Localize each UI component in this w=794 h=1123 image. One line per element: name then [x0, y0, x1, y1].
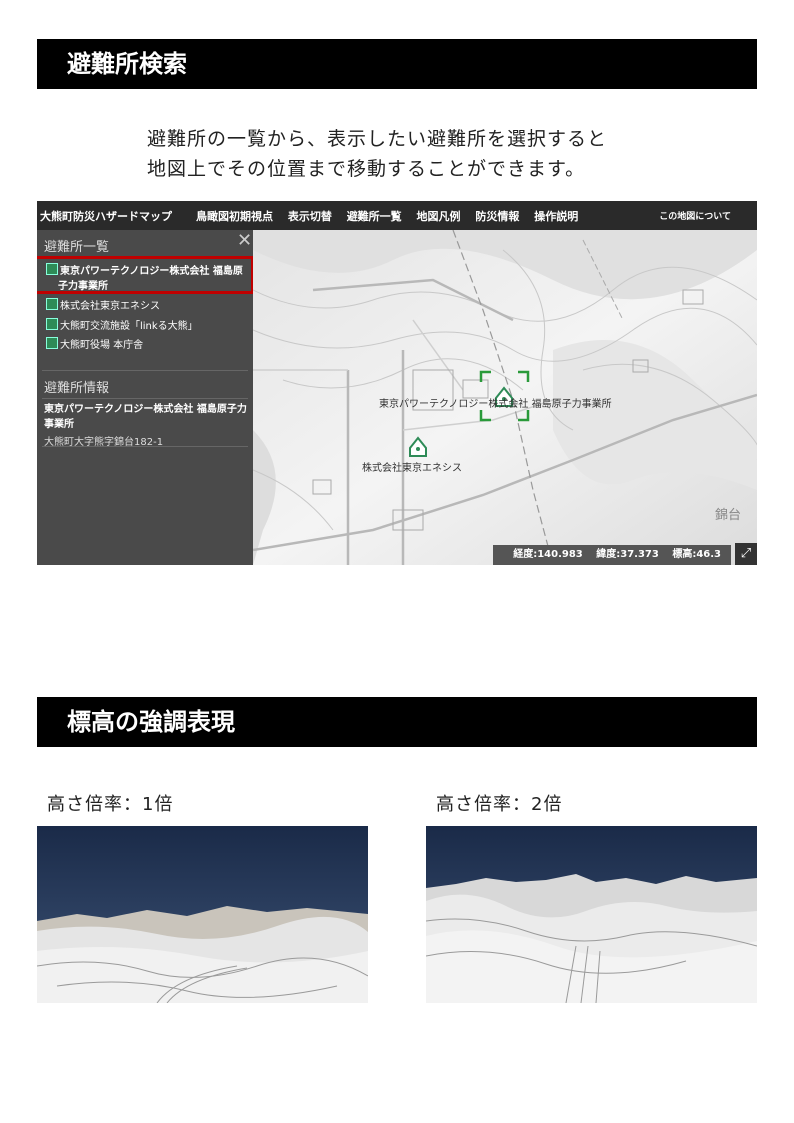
nav-shelter-list[interactable]: 避難所一覧: [347, 210, 402, 223]
shelter-info-name: 東京パワーテクノロジー株式会社 福島原子力事業所: [44, 404, 247, 430]
map-label-main-shelter: 東京パワーテクノロジー株式会社 福島原子力事業所: [379, 399, 612, 410]
about-map-link[interactable]: この地図について: [659, 209, 731, 222]
close-icon[interactable]: ✕: [237, 230, 252, 251]
elevation-readout: 標高:46.3: [672, 549, 721, 560]
nav-legend[interactable]: 地図凡例: [417, 210, 461, 223]
terrain-view-2x: [426, 826, 757, 1003]
selection-highlight: [37, 256, 254, 294]
divider: [42, 370, 248, 371]
map-view[interactable]: 東京パワーテクノロジー株式会社 福島原子力事業所 株式会社東京エネシス 錦台 経…: [253, 230, 757, 565]
app-nav: 鳥瞰図初期視点 表示切替 避難所一覧 地図凡例 防災情報 操作説明: [196, 208, 589, 224]
intro-line-2: 地図上でその位置まで移動することができます。: [147, 158, 586, 180]
shelter-panel: 避難所一覧 ✕ 東京パワーテクノロジー株式会社 福島原 子力事業所 株式会社東京…: [37, 230, 254, 565]
intro-line-1: 避難所の一覧から、表示したい避難所を選択すると: [147, 128, 608, 150]
nav-disaster-info[interactable]: 防災情報: [475, 210, 519, 223]
expand-icon[interactable]: ⤢: [735, 543, 757, 565]
nav-help[interactable]: 操作説明: [534, 210, 578, 223]
divider: [42, 446, 248, 447]
shelter-item-townhall[interactable]: 大熊町役場 本庁舎: [46, 336, 143, 351]
app-header: 大熊町防災ハザードマップ 鳥瞰図初期視点 表示切替 避難所一覧 地図凡例 防災情…: [37, 201, 757, 230]
nav-display-toggle[interactable]: 表示切替: [288, 210, 332, 223]
coordinate-readout: 経度:140.983 緯度:37.373 標高:46.3: [493, 545, 731, 565]
longitude-readout: 経度:140.983: [513, 549, 583, 560]
map-app-screenshot: 大熊町防災ハザードマップ 鳥瞰図初期視点 表示切替 避難所一覧 地図凡例 防災情…: [37, 201, 757, 565]
shelter-item-label: 株式会社東京エネシス: [60, 301, 160, 312]
section-heading-shelter-search: 避難所検索: [37, 39, 757, 89]
section-heading-elevation-emphasis: 標高の強調表現: [37, 697, 757, 747]
height-ratio-2x-label: 高さ倍率：2倍: [436, 794, 563, 815]
app-title: 大熊町防災ハザードマップ: [40, 210, 172, 223]
shelter-info-heading: 避難所情報: [44, 381, 110, 396]
shelter-list-heading: 避難所一覧: [44, 240, 110, 255]
nav-initial-view[interactable]: 鳥瞰図初期視点: [196, 210, 273, 223]
latitude-readout: 緯度:37.373: [596, 549, 659, 560]
shelter-item-linkru[interactable]: 大熊町交流施設「linkる大熊」: [46, 317, 198, 332]
shelter-item-label: 大熊町役場 本庁舎: [60, 340, 144, 351]
shelter-icon: [46, 298, 58, 310]
shelter-icon: [46, 318, 58, 330]
shelter-icon: [46, 337, 58, 349]
map-label-second-shelter: 株式会社東京エネシス: [362, 463, 462, 474]
intro-text: 避難所の一覧から、表示したい避難所を選択すると 地図上でその位置まで移動すること…: [147, 124, 607, 184]
height-ratio-1x-label: 高さ倍率：1倍: [47, 794, 174, 815]
terrain-view-1x: [37, 826, 368, 1003]
shelter-item-label: 大熊町交流施設「linkる大熊」: [60, 321, 198, 332]
divider: [42, 398, 248, 399]
map-place-label: 錦台: [715, 508, 742, 523]
shelter-item-enesys[interactable]: 株式会社東京エネシス: [46, 297, 160, 312]
